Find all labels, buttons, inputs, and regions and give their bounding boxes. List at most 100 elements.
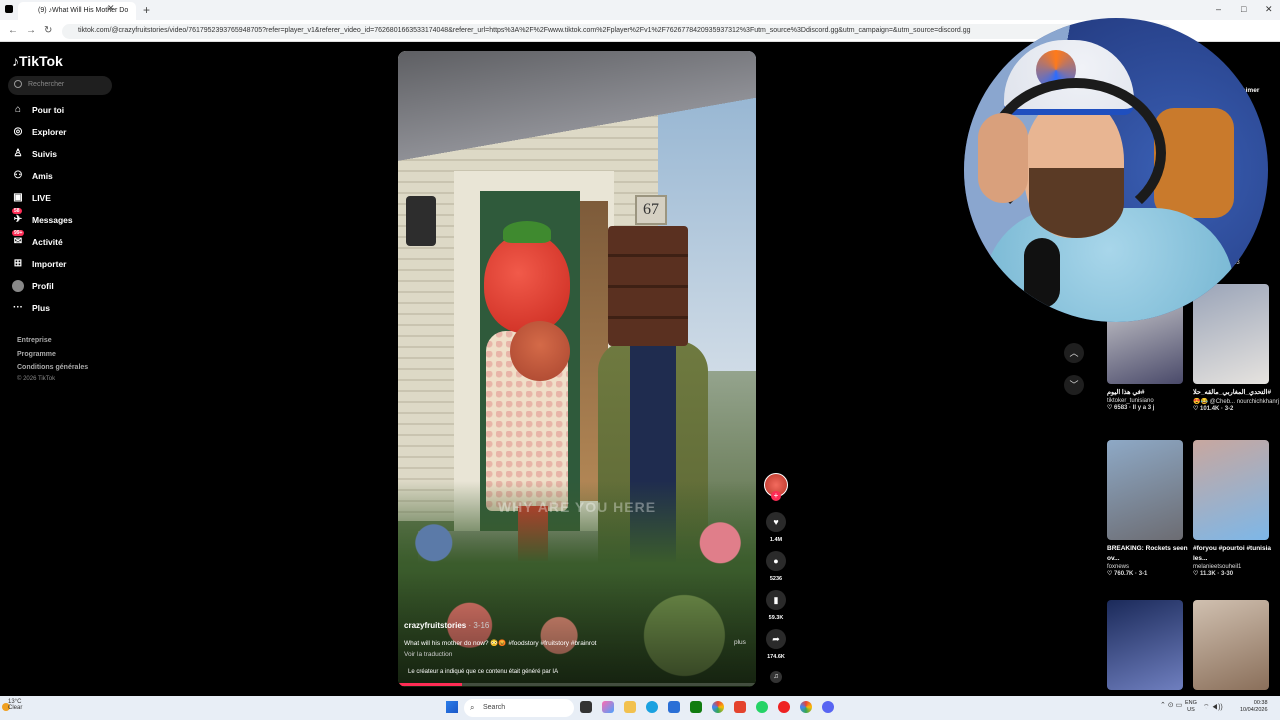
sidebar-item-activit-[interactable]: ✉ 99+ Activité xyxy=(10,230,120,252)
related-video-stats: ♡ 101.4K · 3-2 xyxy=(1193,406,1234,412)
windows-taskbar xyxy=(0,696,1280,720)
related-video-stats: ♡ 760.7K · 3-1 xyxy=(1107,571,1148,577)
tiktok-tab-icon xyxy=(5,5,13,13)
video-player[interactable]: 67 WHY ARE YOU HERE crazyfruitstories · … xyxy=(398,51,756,687)
logo-note-icon: ♪ xyxy=(12,53,19,69)
sidebar-item-messages[interactable]: ✈ 58 Messages xyxy=(10,208,120,230)
house-number: 67 xyxy=(635,195,667,225)
related-video-author[interactable]: 😍😂 @Cheb... nourchichkhanrj xyxy=(1193,398,1279,405)
sidebar-item-suivis[interactable]: ♙ Suivis xyxy=(10,146,120,164)
webcam-hand xyxy=(978,113,1028,203)
sidebar-item-plus[interactable]: ··· Plus xyxy=(10,300,120,318)
sidebar-item-importer[interactable]: ⊞ Importer xyxy=(10,256,120,274)
related-video-stats: ♡ 6583 · Il y a 3 j xyxy=(1107,405,1155,411)
share-count: 174.6K xyxy=(767,654,785,660)
related-video-title[interactable]: BREAKING: Rockets seen ov... xyxy=(1107,544,1193,564)
comment-count: 5236 xyxy=(769,576,783,582)
video-thumbnail[interactable] xyxy=(1107,440,1183,540)
reload-icon[interactable]: ↻ xyxy=(44,25,52,36)
system-tray-icons[interactable]: ⌃ ⊙ ▭ xyxy=(1160,701,1182,709)
related-video-card[interactable] xyxy=(1107,600,1193,694)
new-tab-button[interactable]: + xyxy=(143,3,150,17)
see-translation-link[interactable]: Voir la traduction xyxy=(404,651,452,658)
following-icon: ♙ xyxy=(13,148,23,159)
related-video-title[interactable]: في هذا اليوم# xyxy=(1107,388,1193,398)
taskbar-clock[interactable]: 00:38 10/04/2026 xyxy=(1240,700,1268,714)
sidebar-item-label: Messages xyxy=(32,215,73,225)
bookmark-icon[interactable]: ▮ xyxy=(766,590,786,610)
comment-icon[interactable]: ● xyxy=(766,551,786,571)
footer-link-program[interactable]: Programme xyxy=(17,351,56,358)
lang-code: ENG xyxy=(1185,700,1197,706)
video-progress-bar[interactable] xyxy=(398,683,756,686)
forward-icon[interactable]: → xyxy=(26,25,36,36)
chrome-profile-icon[interactable] xyxy=(800,701,812,713)
copilot-icon[interactable] xyxy=(602,701,614,713)
store-icon[interactable] xyxy=(668,701,680,713)
task-view-icon[interactable] xyxy=(580,701,592,713)
recording-app-icon[interactable] xyxy=(778,701,790,713)
sidebar-item-profil[interactable]: ● Profil xyxy=(10,278,120,296)
previous-video-button[interactable]: ︿ xyxy=(1064,343,1084,363)
sidebar-item-pour-toi[interactable]: ⌂ Pour toi xyxy=(10,102,120,120)
related-video-card[interactable]: #foryou #pourtoi #tunisia les... melaniee… xyxy=(1193,440,1279,577)
discord-icon[interactable] xyxy=(822,701,834,713)
footer-link-terms[interactable]: Conditions générales xyxy=(17,364,88,371)
related-video-card[interactable] xyxy=(1193,600,1279,694)
xbox-icon[interactable] xyxy=(690,701,702,713)
related-video-card[interactable]: BREAKING: Rockets seen ov... foxnews ♡ 760… xyxy=(1107,440,1193,577)
follow-plus-icon[interactable]: + xyxy=(771,491,781,501)
browser-tab[interactable]: (9) ♪What Will His Mother Do xyxy=(18,2,136,20)
upload-icon: ⊞ xyxy=(13,258,23,269)
minimize-icon[interactable]: – xyxy=(1216,4,1221,14)
next-video-button[interactable]: ﹀ xyxy=(1064,375,1084,395)
clock-time: 00:38 xyxy=(1253,700,1268,706)
sidebar-item-amis[interactable]: ⚇ Amis xyxy=(10,168,120,186)
video-author[interactable]: crazyfruitstories · 3-16 xyxy=(404,621,489,630)
start-icon[interactable] xyxy=(446,701,458,713)
caption-more-button[interactable]: plus xyxy=(734,639,746,646)
chrome-icon[interactable] xyxy=(712,701,724,713)
sidebar-item-label: Explorer xyxy=(32,127,67,137)
sidebar-item-label: Plus xyxy=(32,303,50,313)
related-video-title[interactable]: #foryou #pourtoi #tunisia les... xyxy=(1193,544,1279,564)
tab-close-icon[interactable]: ✕ xyxy=(107,3,115,14)
sidebar-item-label: Pour toi xyxy=(32,105,65,115)
like-icon[interactable]: ♥ xyxy=(766,512,786,532)
weather-desc: Clear xyxy=(8,705,23,711)
language-indicator[interactable]: ENG US xyxy=(1185,700,1197,714)
file-explorer-icon[interactable] xyxy=(624,701,636,713)
taskbar-search[interactable]: Search xyxy=(464,699,574,717)
music-disc-icon[interactable]: ♫ xyxy=(770,671,782,683)
back-icon[interactable]: ← xyxy=(8,25,18,36)
sidebar-item-label: LIVE xyxy=(32,193,51,203)
search-icon xyxy=(14,80,22,88)
footer-link-business[interactable]: Entreprise xyxy=(17,337,52,344)
video-thumbnail[interactable] xyxy=(1193,600,1269,690)
sidebar-item-label: Amis xyxy=(32,171,53,181)
network-volume-icons[interactable]: ⌔ ◀)) xyxy=(1203,703,1223,712)
edge-icon[interactable] xyxy=(646,701,658,713)
strawberry-head xyxy=(484,233,570,333)
sidebar-item-label: Suivis xyxy=(32,149,58,159)
sidebar-item-explorer[interactable]: ◎ Explorer xyxy=(10,124,120,142)
related-video-title[interactable]: التحدي_المغاربي_مالقه_حلا# xyxy=(1193,388,1279,398)
window-close-icon[interactable]: ✕ xyxy=(1265,4,1273,15)
whatsapp-icon[interactable] xyxy=(756,701,768,713)
tiktok-logo[interactable]: ♪TikTok xyxy=(12,53,63,69)
author-name: crazyfruitstories xyxy=(404,621,467,630)
search-input[interactable]: Rechercher xyxy=(8,76,112,95)
video-roof xyxy=(398,51,756,171)
weather-widget[interactable]: 13°C Clear xyxy=(8,699,22,711)
compass-icon: ◎ xyxy=(13,126,23,137)
related-video-stats: ♡ 11.3K · 3-30 xyxy=(1193,571,1234,577)
brave-icon[interactable] xyxy=(734,701,746,713)
video-thumbnail[interactable] xyxy=(1193,440,1269,540)
maximize-icon[interactable]: □ xyxy=(1241,4,1246,14)
live-icon: ▣ xyxy=(13,192,23,203)
video-thumbnail[interactable] xyxy=(1107,600,1183,690)
video-subtitle: WHY ARE YOU HERE xyxy=(497,499,657,515)
messages-icon: ✈ xyxy=(13,214,23,225)
share-icon[interactable]: ➦ xyxy=(766,629,786,649)
sidebar-item-live[interactable]: ▣ LIVE xyxy=(10,190,120,208)
